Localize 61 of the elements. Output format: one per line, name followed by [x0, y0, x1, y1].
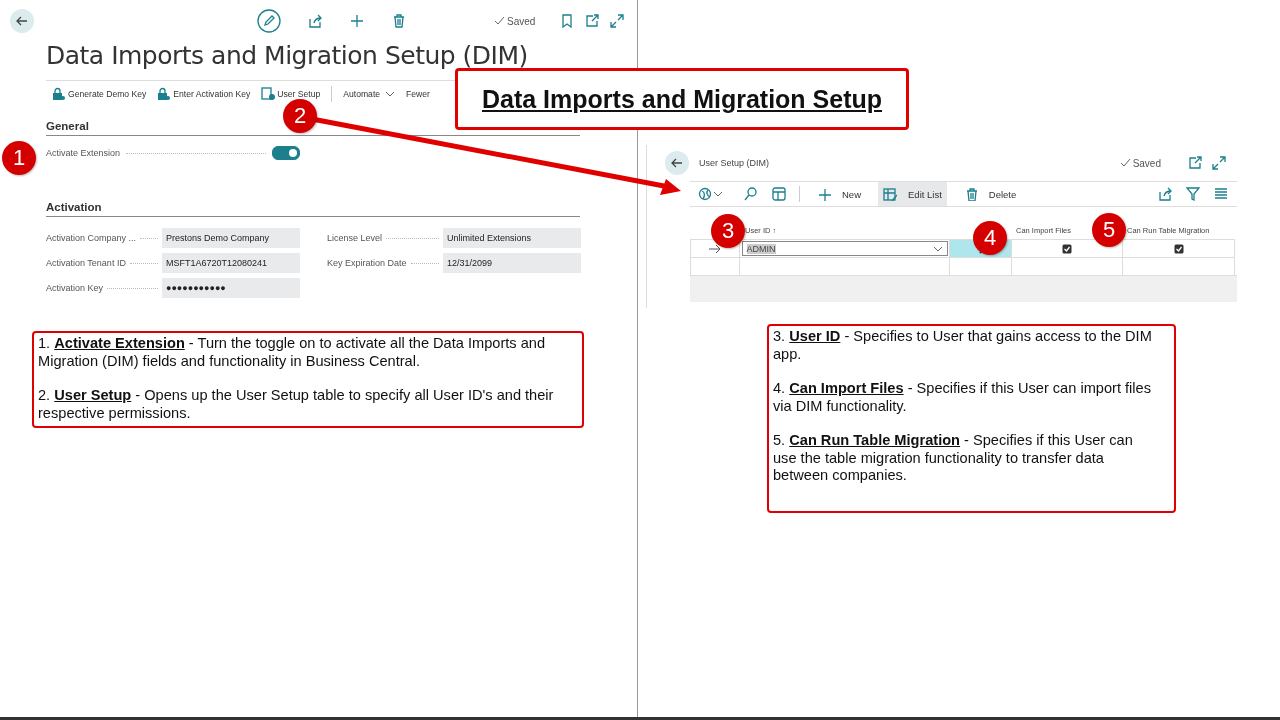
save-status: Saved [1132, 157, 1161, 169]
callout-text: 4. Can Import Files - Specifies if this User can import files via DIM functionality. [773, 380, 1152, 415]
page-title: User Setup (DIM) [699, 158, 769, 168]
callout-text: 2. User Setup - Opens up the User Setup table to specify all User ID's and their respective permissions. [38, 387, 555, 422]
filter-icon[interactable] [1185, 186, 1201, 202]
callout-text: 5. Can Run Table Migration - Specifies if this User can use the table migration functionality to transfer data between companies. [773, 432, 1134, 485]
layout-icon[interactable] [771, 186, 787, 202]
callout-text: 3. User ID - Specifies to User that gains access to the DIM app. [773, 328, 1152, 363]
check-icon [1118, 157, 1131, 169]
toolbar-button[interactable]: New [812, 182, 866, 206]
caret-icon [713, 190, 723, 198]
caret-icon [385, 89, 396, 98]
search-icon[interactable] [743, 186, 759, 202]
lock-icon [157, 86, 172, 101]
field-label: License Level [327, 233, 383, 243]
callout-text: 1. Activate Extension - Turn the toggle on to activate all the Data Imports and Migration (DIM) fields and functionality in Business Central. [38, 335, 546, 370]
dropdown-field[interactable]: ADMIN [741, 241, 948, 256]
save-status: Saved [507, 15, 536, 27]
toggle-switch[interactable] [272, 146, 300, 160]
check-icon [493, 15, 505, 27]
popout-icon[interactable] [584, 13, 601, 29]
delete-icon[interactable] [391, 13, 407, 29]
field-label: Activation Key [46, 283, 104, 293]
action-button[interactable]: User Setup [261, 86, 321, 101]
expand-icon[interactable] [609, 13, 626, 29]
field-label: Activate Extension [46, 148, 121, 158]
back-button[interactable] [665, 151, 689, 175]
toolbar-button[interactable]: Edit List [878, 182, 947, 206]
field-value: Prestons Demo Company [162, 228, 300, 248]
share-icon[interactable] [1157, 186, 1173, 202]
step-badge: 1 [2, 141, 36, 175]
edit-list-icon [883, 187, 897, 201]
field-value: MSFT1A6720T12080241 [162, 253, 300, 273]
add-icon[interactable] [349, 13, 365, 29]
list-view-icon[interactable] [1213, 186, 1229, 202]
action-button[interactable]: Generate Demo Key [52, 86, 147, 101]
back-button[interactable] [10, 9, 34, 33]
field-value: 12/31/2099 [443, 253, 581, 273]
lock-icon [52, 86, 66, 101]
expand-icon[interactable] [1211, 155, 1227, 171]
toolbar-button[interactable]: Delete [958, 182, 1022, 206]
caret-icon [932, 244, 943, 253]
field-label: Key Expiration Date [327, 258, 407, 268]
share-icon[interactable] [307, 13, 323, 29]
step-badge: 2 [283, 99, 317, 133]
action-button[interactable]: Automate [343, 88, 396, 99]
edit-icon[interactable] [257, 9, 281, 33]
field-label: Activation Tenant ID [46, 258, 126, 268]
section-heading: Activation [46, 201, 580, 217]
popout-icon[interactable] [1187, 155, 1203, 171]
checkbox[interactable] [1062, 243, 1072, 254]
callout-title: Data Imports and Migration Setup [455, 68, 909, 130]
plus-icon [817, 187, 831, 201]
field-label: Activation Company ... [46, 233, 137, 243]
field-value: Unlimited Extensions [443, 228, 581, 248]
checkbox[interactable] [1173, 243, 1184, 254]
action-button[interactable]: Enter Activation Key [157, 86, 251, 101]
user-setup-icon [261, 86, 276, 101]
action-button[interactable]: Fewer [406, 88, 430, 99]
globe-icon[interactable] [698, 186, 712, 202]
field-value: ●●●●●●●●●●● [162, 278, 300, 298]
